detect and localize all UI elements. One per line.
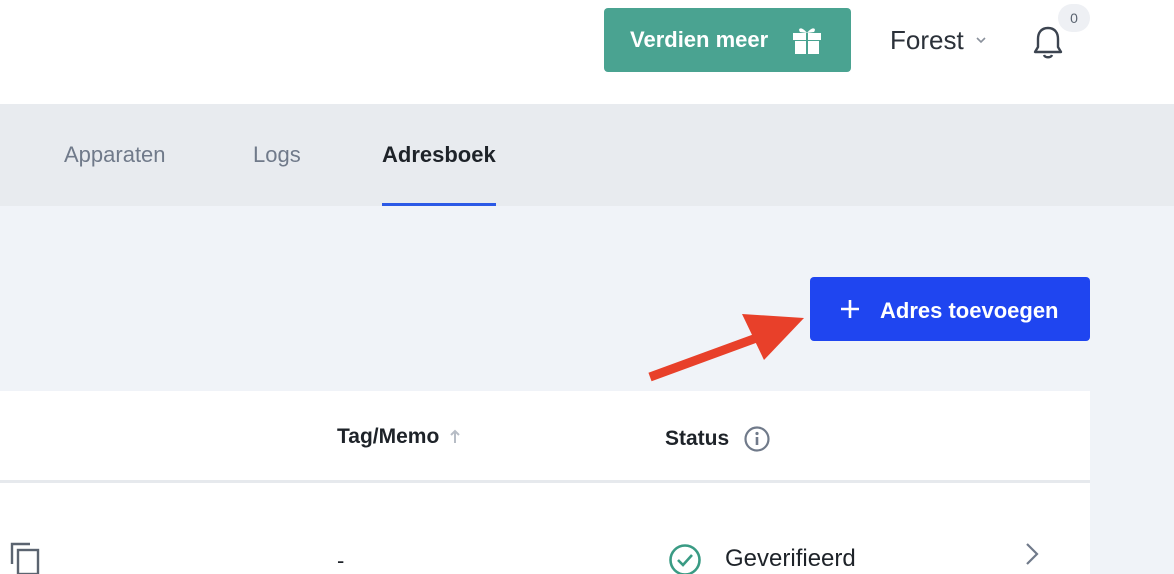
check-circle-icon [669,544,701,574]
sort-up-icon [450,429,461,443]
tab-logs[interactable]: Logs [253,104,301,206]
earn-more-label: Verdien meer [630,27,769,52]
cell-tag-memo: - [337,548,345,573]
table-header [0,391,1090,483]
tab-devices[interactable]: Apparaten [64,104,166,206]
gift-icon [793,28,821,54]
top-header: Verdien meer Forest 0 [0,0,1174,104]
add-address-button[interactable]: Adres toevoegen [810,277,1090,341]
tab-bar: Apparaten Logs Adresboek [0,104,1174,206]
column-header-tag-memo[interactable]: Tag/Memo [337,425,461,449]
user-menu[interactable]: Forest [890,20,988,60]
column-header-status: Status [665,425,771,453]
notification-count-badge: 0 [1058,4,1090,32]
column-header-status-label: Status [665,427,730,450]
tab-address-book[interactable]: Adresboek [382,104,496,206]
column-header-tag-memo-label: Tag/Memo [337,425,440,448]
add-address-label: Adres toevoegen [880,298,1059,323]
earn-more-button[interactable]: Verdien meer [604,8,851,72]
plus-icon [841,300,859,318]
table-row[interactable] [0,486,1090,574]
chevron-down-icon [976,37,986,44]
copy-icon[interactable] [8,540,44,574]
annotation-arrow-icon [648,314,804,382]
cell-status: Geverifieerd [725,545,856,572]
info-icon[interactable] [743,425,771,453]
chevron-right-icon[interactable] [1020,540,1044,568]
user-name: Forest [890,24,964,55]
bell-icon[interactable] [1030,22,1066,62]
